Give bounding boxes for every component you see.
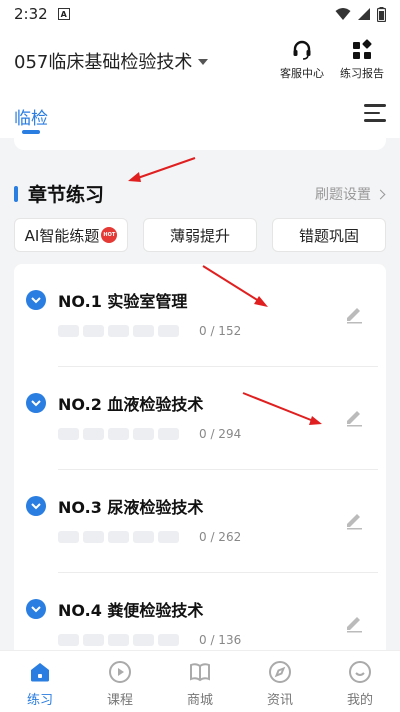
chapter-item[interactable]: NO.1 实验室管理 0 / 152 — [14, 264, 386, 367]
status-bar: 2:32 A — [0, 0, 400, 28]
expand-chevron-icon[interactable] — [26, 393, 46, 413]
chapter-progress: 0 / 262 — [199, 530, 242, 544]
wrong-questions-button[interactable]: 错题巩固 — [272, 218, 386, 252]
nav-practice-label: 练习 — [26, 693, 53, 708]
chapter-title: NO.1 实验室管理 — [58, 292, 188, 311]
smile-icon — [348, 659, 372, 685]
nav-course-label: 课程 — [106, 693, 133, 708]
wrong-questions-label: 错题巩固 — [298, 226, 359, 245]
edit-pencil-icon[interactable] — [344, 304, 364, 328]
practice-report-label: 练习报告 — [340, 67, 384, 80]
chevron-right-icon — [375, 189, 386, 199]
menu-icon[interactable] — [364, 104, 386, 127]
home-icon — [28, 659, 52, 685]
play-icon — [108, 659, 132, 685]
tab-active-indicator — [22, 130, 40, 134]
course-selector[interactable]: 057临床基础检验技术 — [14, 48, 209, 74]
signal-icon — [358, 8, 370, 20]
practice-settings-link[interactable]: 刷题设置 — [315, 184, 386, 204]
customer-service-label: 客服中心 — [280, 67, 324, 80]
progress-blocks — [58, 428, 179, 440]
notification-icon: A — [57, 8, 70, 20]
chapter-progress: 0 / 294 — [199, 427, 242, 441]
expand-chevron-icon[interactable] — [26, 496, 46, 516]
section-accent-bar — [14, 185, 18, 202]
status-icons — [335, 6, 386, 22]
status-time: 2:32 — [14, 5, 48, 23]
caret-down-icon — [198, 59, 209, 65]
ai-practice-button[interactable]: AI智能练题 HOT — [14, 218, 128, 252]
chapter-item[interactable]: NO.2 血液检验技术 0 / 294 — [14, 367, 386, 470]
chapter-title: NO.3 尿液检验技术 — [58, 498, 204, 517]
progress-blocks — [58, 325, 179, 337]
subject-tabs: 临检 — [0, 92, 400, 138]
nav-news[interactable]: 资讯 — [240, 651, 320, 712]
app-header: 057临床基础检验技术 客服中心 练习报告 — [0, 28, 400, 92]
annotation-arrowhead — [128, 172, 141, 182]
battery-icon — [377, 6, 386, 22]
wifi-icon — [335, 8, 351, 20]
book-icon — [188, 659, 212, 685]
chapter-progress: 0 / 152 — [199, 324, 242, 338]
nav-store[interactable]: 商城 — [160, 651, 240, 712]
expand-chevron-icon[interactable] — [26, 599, 46, 619]
nav-course[interactable]: 课程 — [80, 651, 160, 712]
chapter-title: NO.4 粪便检验技术 — [58, 601, 204, 620]
section-title: 章节练习 — [28, 184, 105, 206]
grid-report-icon — [353, 39, 372, 59]
weak-improve-button[interactable]: 薄弱提升 — [143, 218, 257, 252]
hot-badge: HOT — [101, 227, 118, 243]
weak-improve-label: 薄弱提升 — [169, 226, 230, 245]
edit-pencil-icon[interactable] — [344, 407, 364, 431]
headset-icon — [293, 40, 311, 60]
chapter-item[interactable]: NO.3 尿液检验技术 0 / 262 — [14, 470, 386, 573]
ai-practice-label: AI智能练题 — [24, 226, 100, 245]
nav-store-label: 商城 — [186, 693, 213, 708]
chapter-list: NO.1 实验室管理 0 / 152 NO.2 血液检验技术 0 / 294 N… — [14, 264, 386, 664]
nav-practice[interactable]: 练习 — [0, 651, 80, 712]
progress-blocks — [58, 531, 179, 543]
practice-settings-label: 刷题设置 — [315, 187, 371, 203]
practice-report-button[interactable]: 练习报告 — [334, 38, 390, 81]
edit-pencil-icon[interactable] — [344, 510, 364, 534]
chapter-title: NO.2 血液检验技术 — [58, 395, 204, 414]
compass-icon — [268, 659, 292, 685]
chapter-progress: 0 / 136 — [199, 633, 242, 647]
nav-mine[interactable]: 我的 — [320, 651, 400, 712]
expand-chevron-icon[interactable] — [26, 290, 46, 310]
course-title: 057临床基础检验技术 — [14, 52, 193, 73]
nav-news-label: 资讯 — [266, 693, 293, 708]
progress-blocks — [58, 634, 179, 646]
bottom-nav: 练习 课程 商城 资讯 我的 — [0, 650, 400, 712]
tab-linjian[interactable]: 临检 — [14, 104, 48, 129]
top-card-bottom-edge — [14, 138, 386, 150]
section-header: 章节练习 — [14, 180, 104, 207]
customer-service-button[interactable]: 客服中心 — [274, 38, 330, 81]
annotation-arrow — [131, 157, 196, 181]
edit-pencil-icon[interactable] — [344, 613, 364, 637]
nav-mine-label: 我的 — [346, 693, 373, 708]
